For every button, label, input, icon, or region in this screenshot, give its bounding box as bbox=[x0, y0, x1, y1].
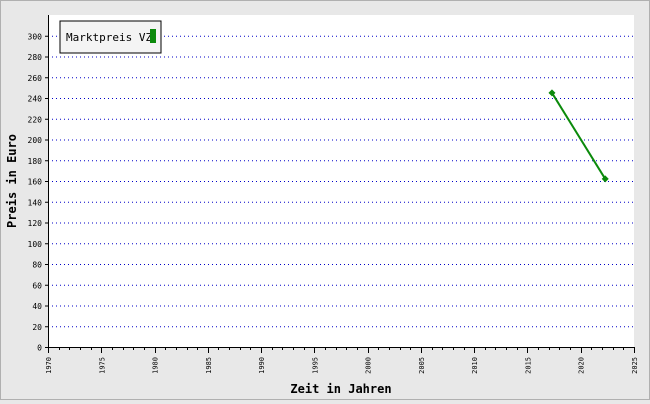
x-tick-label: 1975 bbox=[98, 357, 106, 374]
x-tick-label: 2010 bbox=[471, 357, 479, 374]
y-tick-label: 120 bbox=[28, 219, 43, 228]
x-tick-label: 2020 bbox=[578, 357, 586, 374]
y-tick-label: 80 bbox=[32, 261, 42, 270]
legend: Marktpreis VZ bbox=[59, 20, 162, 54]
y-tick-label: 180 bbox=[28, 157, 43, 166]
legend-label: Marktpreis VZ bbox=[66, 31, 152, 44]
line-chart: 0 20 40 60 80 100 120 140 160 180 200 220 240 260 280 3… bbox=[0, 0, 650, 400]
x-tick-label: 1980 bbox=[152, 357, 160, 374]
y-tick-label: 40 bbox=[32, 302, 42, 311]
y-tick-label: 240 bbox=[28, 95, 43, 104]
x-tick-label: 2015 bbox=[524, 357, 532, 374]
y-tick-label: 260 bbox=[28, 74, 43, 83]
y-tick-label: 220 bbox=[28, 115, 43, 124]
y-tick-label: 280 bbox=[28, 53, 43, 62]
y-tick-label: 160 bbox=[28, 178, 43, 187]
y-axis-label: Preis in Euro bbox=[5, 134, 19, 228]
x-tick-label: 1990 bbox=[258, 357, 266, 374]
x-tick-label: 1995 bbox=[311, 357, 319, 374]
x-tick-label: 2005 bbox=[418, 357, 426, 374]
y-tick-label: 200 bbox=[28, 136, 43, 145]
y-tick-label: 300 bbox=[28, 32, 43, 41]
y-tick-label: 0 bbox=[37, 344, 42, 353]
x-tick-label: 1970 bbox=[45, 357, 53, 374]
x-tick-label: 2025 bbox=[631, 357, 639, 374]
y-tick-label: 140 bbox=[28, 198, 43, 207]
y-tick-label: 100 bbox=[28, 240, 43, 249]
plot-area bbox=[48, 15, 634, 347]
x-tick-label: 1985 bbox=[205, 357, 213, 374]
chart-frame: 0 20 40 60 80 100 120 140 160 180 200 220 240 260 280 3… bbox=[0, 0, 650, 400]
legend-swatch bbox=[150, 29, 156, 43]
y-tick-label: 60 bbox=[32, 281, 42, 290]
x-axis-label: Zeit in Jahren bbox=[290, 382, 391, 396]
y-tick-label: 20 bbox=[32, 323, 42, 332]
x-tick-label: 2000 bbox=[365, 357, 373, 374]
